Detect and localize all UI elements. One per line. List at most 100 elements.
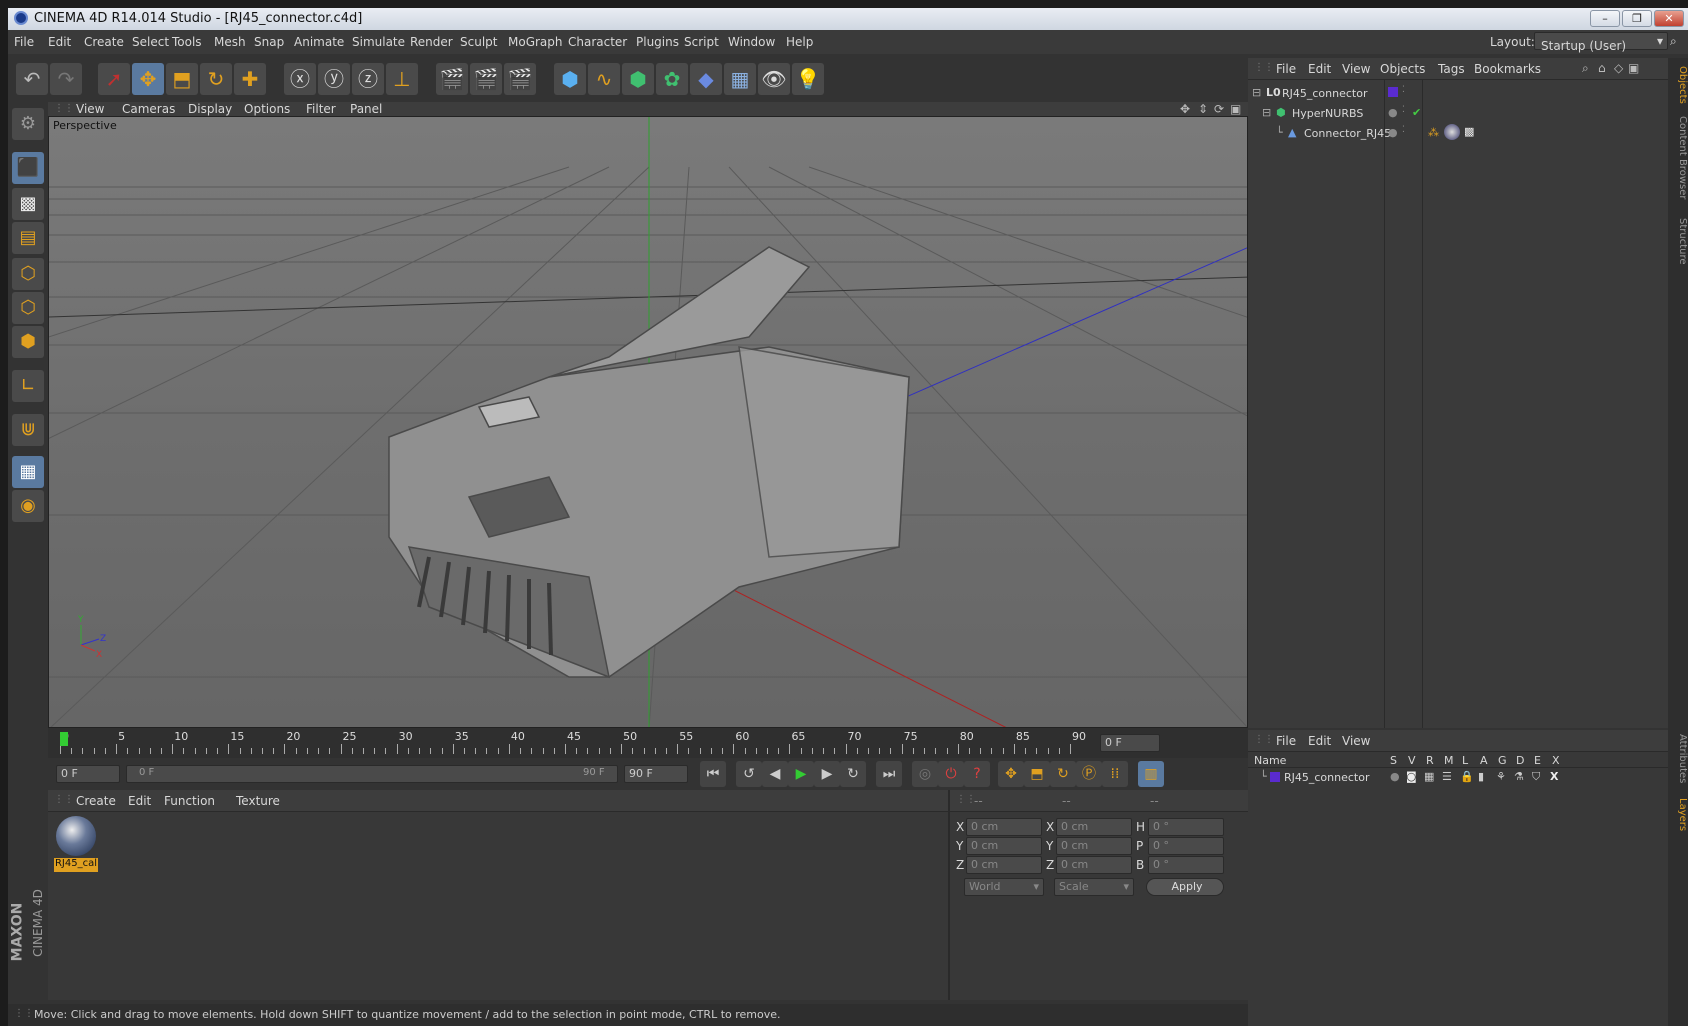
material-tag-icon[interactable]: [1444, 124, 1460, 140]
record-keys-icon[interactable]: ◎: [912, 761, 938, 787]
layer-menu-file[interactable]: File: [1276, 734, 1296, 748]
render-settings-icon[interactable]: 🎬: [504, 63, 536, 95]
create-tool-icon[interactable]: ✚: [234, 63, 266, 95]
key-scale-icon[interactable]: ⬒: [1024, 761, 1050, 787]
apply-button[interactable]: Apply: [1146, 878, 1224, 896]
menu-render[interactable]: Render: [410, 35, 453, 49]
viewport-rotate-icon[interactable]: ⟳: [1214, 102, 1224, 116]
om-arrow-icon[interactable]: ◇: [1614, 61, 1623, 75]
next-frame-icon[interactable]: ▶: [814, 761, 840, 787]
viewport-menu-display[interactable]: Display: [188, 102, 232, 116]
mat-menu-edit[interactable]: Edit: [128, 794, 151, 808]
render-view-icon[interactable]: 🎬: [436, 63, 468, 95]
object-row-connector-rj45[interactable]: └ ▲ Connector_RJ45 ● ⁚ ⁂ ▩: [1248, 124, 1668, 144]
x-axis-icon[interactable]: ⓧ: [284, 63, 316, 95]
object-row-hypernurbs[interactable]: ⊟ ⬢ HyperNURBS ● ⁚ ✔: [1248, 104, 1668, 124]
om-menu-tags[interactable]: Tags: [1438, 62, 1465, 76]
lock-icon[interactable]: 🔒: [1460, 770, 1474, 783]
menu-file[interactable]: File: [14, 35, 34, 49]
size-z-field[interactable]: 0 cm: [1056, 856, 1132, 874]
rotation-p-field[interactable]: 0 °: [1148, 837, 1224, 855]
om-home-icon[interactable]: ⌂: [1598, 61, 1606, 75]
menu-script[interactable]: Script: [684, 35, 719, 49]
maximize-button[interactable]: ❐: [1622, 10, 1652, 27]
rotation-h-field[interactable]: 0 °: [1148, 818, 1224, 836]
menu-snap[interactable]: Snap: [254, 35, 284, 49]
viewport-menu-cameras[interactable]: Cameras: [122, 102, 175, 116]
point-mode-icon[interactable]: ⬡: [12, 258, 44, 290]
tab-objects[interactable]: Objects: [1670, 66, 1688, 104]
go-to-start-icon[interactable]: ⏮: [700, 761, 726, 787]
polygon-mode-icon[interactable]: ⬢: [12, 326, 44, 358]
viewport-menu-panel[interactable]: Panel: [350, 102, 382, 116]
play-icon[interactable]: ▶: [788, 761, 814, 787]
deformer-icon[interactable]: ◆: [690, 63, 722, 95]
y-axis-icon[interactable]: ⓨ: [318, 63, 350, 95]
menu-window[interactable]: Window: [728, 35, 775, 49]
menu-tools[interactable]: Tools: [172, 35, 202, 49]
om-search-icon[interactable]: ⌕: [1582, 61, 1589, 76]
key-parameter-icon[interactable]: Ⓟ: [1076, 761, 1102, 787]
visibility-dots[interactable]: ⁚: [1402, 125, 1405, 135]
camera-icon[interactable]: 👁: [758, 63, 790, 95]
eye-icon[interactable]: ◙: [1406, 770, 1417, 783]
viewport-zoom-icon[interactable]: ⇕: [1198, 102, 1208, 116]
snap-magnet-icon[interactable]: ⋓: [12, 414, 44, 446]
key-rotation-icon[interactable]: ↻: [1050, 761, 1076, 787]
current-frame-field[interactable]: 0 F: [1100, 734, 1160, 752]
start-frame-field[interactable]: 0 F: [56, 765, 120, 783]
menu-simulate[interactable]: Simulate: [352, 35, 405, 49]
position-z-field[interactable]: 0 cm: [966, 856, 1042, 874]
search-icon[interactable]: ⌕: [1670, 34, 1677, 49]
om-menu-bookmarks[interactable]: Bookmarks: [1474, 62, 1541, 76]
enabled-check-icon[interactable]: ✔: [1412, 106, 1421, 119]
nurbs-icon[interactable]: ⬢: [622, 63, 654, 95]
workplane-icon[interactable]: ▤: [12, 222, 44, 254]
material-item[interactable]: RJ45_cal: [54, 816, 98, 872]
render-picture-viewer-icon[interactable]: 🎬: [470, 63, 502, 95]
collapse-icon[interactable]: ⊟: [1262, 106, 1271, 119]
generator-icon[interactable]: ⚘: [1496, 770, 1506, 783]
previous-frame-icon[interactable]: ◀: [762, 761, 788, 787]
menu-plugins[interactable]: Plugins: [636, 35, 679, 49]
menu-mograph[interactable]: MoGraph: [508, 35, 563, 49]
render-icon[interactable]: ▦: [1424, 770, 1434, 783]
key-position-icon[interactable]: ✥: [998, 761, 1024, 787]
phong-tag-icon[interactable]: ⁂: [1428, 126, 1439, 139]
end-frame-field[interactable]: 90 F: [624, 765, 688, 783]
layer-menu-view[interactable]: View: [1342, 734, 1370, 748]
perspective-viewport[interactable]: Y Z X Perspective: [48, 116, 1248, 728]
viewport-menu-options[interactable]: Options: [244, 102, 290, 116]
rotate-tool-icon[interactable]: ↻: [200, 63, 232, 95]
next-key-icon[interactable]: ↻: [840, 761, 866, 787]
size-x-field[interactable]: 0 cm: [1056, 818, 1132, 836]
go-to-end-icon[interactable]: ⏭: [876, 761, 902, 787]
om-menu-view[interactable]: View: [1342, 62, 1370, 76]
om-menu-objects[interactable]: Objects: [1380, 62, 1425, 76]
light-icon[interactable]: 💡: [792, 63, 824, 95]
expression-icon[interactable]: ⛉: [1532, 770, 1540, 784]
key-pla-icon[interactable]: ⁞⁞: [1102, 761, 1128, 787]
viewport-move-icon[interactable]: ✥: [1180, 102, 1190, 116]
om-menu-file[interactable]: File: [1276, 62, 1296, 76]
tab-content-browser[interactable]: Content Browser: [1670, 116, 1688, 199]
layout-dropdown[interactable]: Startup (User) ▾: [1534, 32, 1668, 53]
redo-icon[interactable]: ↷: [50, 63, 82, 95]
menu-edit[interactable]: Edit: [48, 35, 71, 49]
make-editable-icon[interactable]: ⚙: [12, 108, 44, 140]
frame-range-slider[interactable]: 0 F 90 F: [126, 765, 618, 783]
tab-layers[interactable]: Layers: [1670, 798, 1688, 831]
coordinate-system-icon[interactable]: ⊥: [386, 63, 418, 95]
mat-menu-texture[interactable]: Texture: [236, 794, 280, 808]
mat-menu-function[interactable]: Function: [164, 794, 215, 808]
collapse-icon[interactable]: ⊟: [1252, 86, 1261, 99]
tab-attributes[interactable]: Attributes: [1670, 734, 1688, 783]
visibility-dots[interactable]: ⁚: [1402, 85, 1405, 95]
menu-select[interactable]: Select: [132, 35, 169, 49]
uvw-tag-icon[interactable]: ▩: [1464, 125, 1474, 138]
timeline-window-icon[interactable]: ▥: [1138, 761, 1164, 787]
mat-menu-create[interactable]: Create: [76, 794, 116, 808]
layer-menu-edit[interactable]: Edit: [1308, 734, 1331, 748]
viewport-menu-filter[interactable]: Filter: [306, 102, 336, 116]
object-row-rj45-connector[interactable]: ⊟ L0 RJ45_connector ⁚: [1248, 84, 1668, 104]
